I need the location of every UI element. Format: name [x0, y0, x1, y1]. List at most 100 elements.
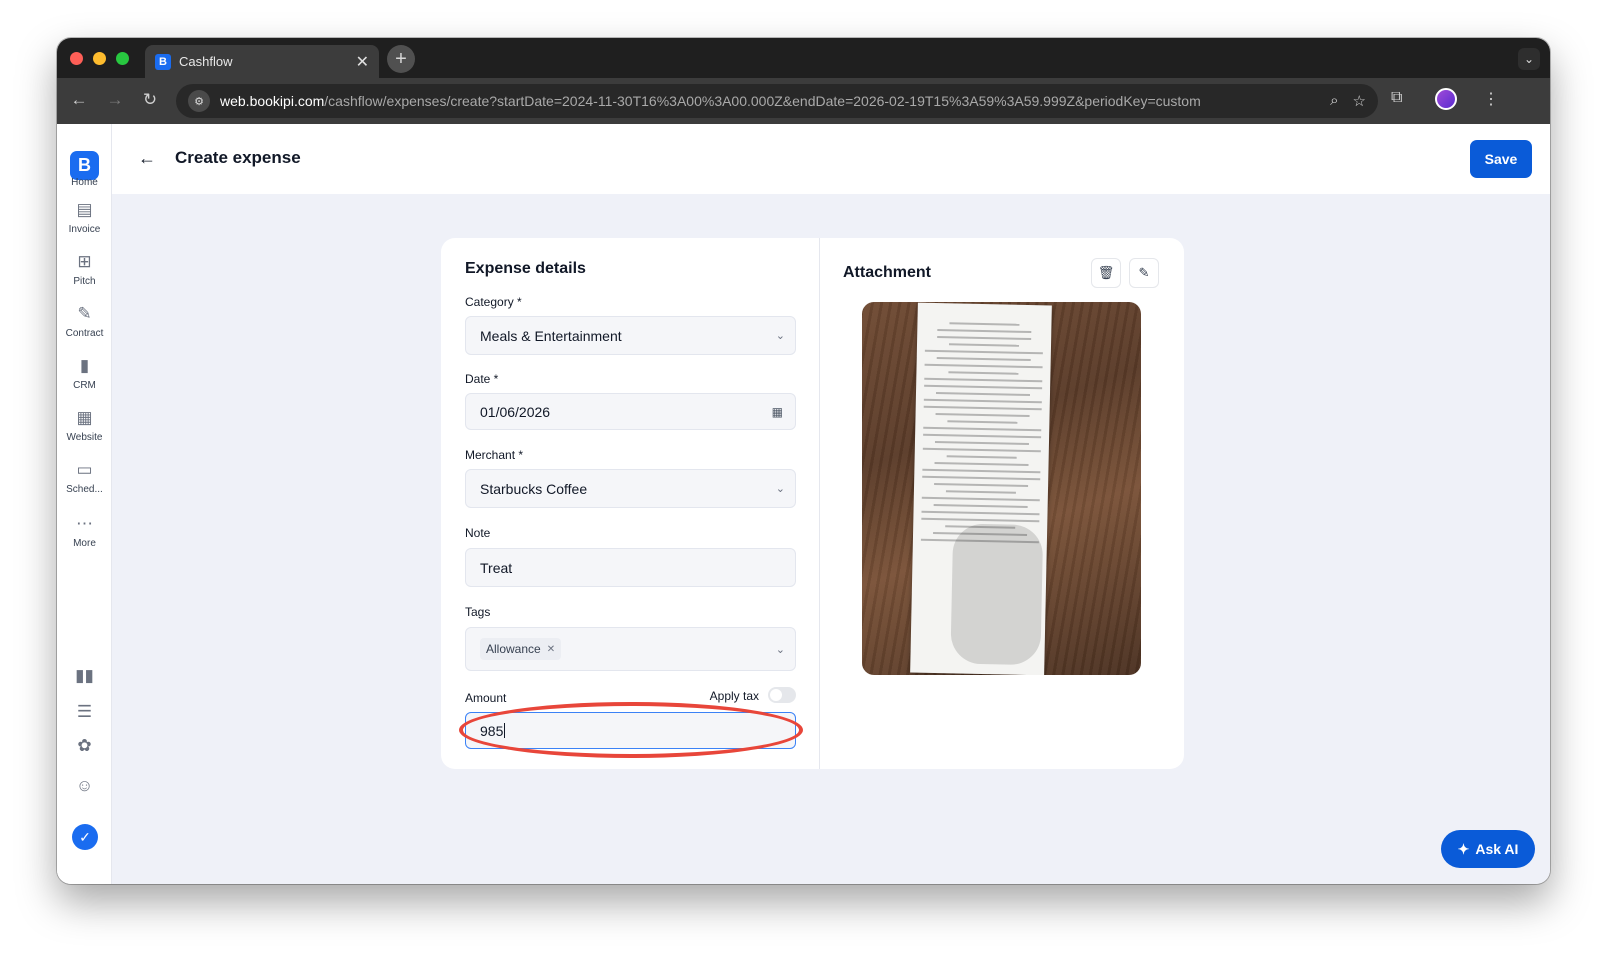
bookipi-favicon-icon: B: [155, 53, 171, 70]
tags-label: Tags: [465, 605, 491, 619]
ask-ai-label: Ask AI: [1475, 841, 1519, 857]
attachment-panel: Attachment 🗑 ✎: [820, 238, 1184, 769]
sidebar: B Home ▤ Invoice ⊞ Pitch ✎ Contract ▮ CR…: [57, 124, 112, 884]
receipt-paper: [910, 302, 1052, 675]
profile-avatar[interactable]: [1435, 88, 1457, 110]
sidebar-item-label: CRM: [73, 380, 96, 391]
tags-select[interactable]: Allowance ✕ ⌄: [465, 627, 796, 671]
reports-icon[interactable]: ▮▮: [57, 666, 112, 686]
apply-tax-label: Apply tax: [709, 689, 759, 703]
sidebar-item-label: Contract: [65, 328, 104, 339]
sparkle-icon: ✦: [1457, 840, 1470, 857]
page-title: Create expense: [175, 148, 301, 167]
bookipi-logo-icon: B: [70, 151, 99, 180]
chevron-down-icon: ⌄: [775, 330, 785, 342]
sidebar-item-crm[interactable]: ▮ CRM: [57, 356, 112, 391]
sidebar-item-website[interactable]: ▦ Website: [57, 408, 112, 443]
sidebar-item-schedule[interactable]: ▭ Sched...: [57, 460, 112, 495]
schedule-icon: ▭: [76, 460, 93, 479]
stack-icon[interactable]: ☰: [57, 702, 112, 722]
address-bar[interactable]: ⚙ web.bookipi.com/cashflow/expenses/crea…: [176, 84, 1378, 118]
category-select[interactable]: Meals & Entertainment ⌄: [465, 316, 796, 355]
text-cursor: [504, 723, 506, 738]
pitch-icon: ⊞: [77, 252, 92, 271]
remove-tag-icon[interactable]: ✕: [547, 644, 555, 655]
forward-icon[interactable]: →: [104, 90, 126, 110]
page-header: ← Create expense Save: [112, 124, 1550, 194]
note-value: Treat: [480, 559, 513, 576]
ask-ai-button[interactable]: ✦ Ask AI: [1441, 830, 1535, 868]
tab-search-icon[interactable]: ⌄: [1518, 48, 1540, 70]
close-tab-icon[interactable]: ✕: [356, 52, 369, 72]
category-value: Meals & Entertainment: [480, 327, 622, 344]
crm-icon: ▮: [79, 356, 90, 375]
chevron-down-icon: ⌄: [775, 483, 785, 495]
expense-card: Expense details Category * Meals & Enter…: [441, 238, 1184, 769]
trash-icon: 🗑: [1097, 265, 1115, 280]
contract-icon: ✎: [77, 304, 92, 323]
pencil-icon: ✎: [1138, 265, 1150, 280]
sidebar-item-label: Home: [71, 177, 98, 188]
assistant-icon[interactable]: ✓: [72, 824, 98, 850]
merchant-select[interactable]: Starbucks Coffee ⌄: [465, 469, 796, 508]
delete-attachment-button[interactable]: 🗑: [1091, 258, 1121, 288]
zoom-icon[interactable]: ⌕: [1330, 92, 1338, 110]
date-label: Date *: [465, 372, 499, 386]
sidebar-item-label: More: [73, 538, 96, 549]
calendar-icon[interactable]: ▦: [772, 405, 783, 419]
more-icon: ⋯: [76, 514, 93, 533]
amount-label: Amount: [465, 691, 507, 705]
back-icon[interactable]: ←: [68, 90, 90, 110]
browser-tab[interactable]: B Cashflow ✕: [145, 45, 379, 78]
back-arrow-icon[interactable]: ←: [138, 148, 156, 169]
date-value: 01/06/2026: [480, 403, 551, 420]
amount-row: Amount Apply tax: [465, 687, 796, 705]
gift-icon[interactable]: ✿: [57, 736, 112, 756]
expense-details-panel: Expense details Category * Meals & Enter…: [441, 238, 820, 769]
sidebar-item-more[interactable]: ⋯ More: [57, 514, 112, 549]
amount-value: 985: [480, 722, 504, 739]
amount-input[interactable]: 985: [465, 712, 796, 749]
url-path: /cashflow/expenses/create?startDate=2024…: [324, 93, 1201, 109]
attachment-title: Attachment: [843, 264, 932, 281]
expense-details-title: Expense details: [465, 260, 586, 277]
date-input[interactable]: 01/06/2026 ▦: [465, 393, 796, 430]
save-button[interactable]: Save: [1470, 140, 1532, 178]
bookmark-star-icon[interactable]: ☆: [1353, 92, 1366, 110]
category-label: Category *: [465, 295, 522, 309]
sidebar-item-pitch[interactable]: ⊞ Pitch: [57, 252, 112, 287]
sidebar-item-label: Invoice: [68, 224, 101, 235]
url-host: web.bookipi.com: [220, 93, 325, 109]
tag-label: Allowance: [486, 642, 541, 656]
merchant-value: Starbucks Coffee: [480, 480, 588, 497]
tab-title: Cashflow: [179, 54, 233, 69]
apply-tax-toggle[interactable]: [768, 687, 796, 703]
sidebar-item-label: Pitch: [73, 276, 96, 287]
tab-bar: B Cashflow ✕ + ⌄: [57, 38, 1550, 78]
receipt-image[interactable]: [862, 302, 1141, 675]
sidebar-item-invoice[interactable]: ▤ Invoice: [57, 200, 112, 235]
sidebar-item-label: Sched...: [66, 484, 103, 495]
sidebar-item-contract[interactable]: ✎ Contract: [57, 304, 112, 339]
sidebar-item-label: Website: [66, 432, 103, 443]
app-area: B Home ▤ Invoice ⊞ Pitch ✎ Contract ▮ CR…: [57, 124, 1550, 884]
new-tab-button[interactable]: +: [387, 45, 415, 73]
invoice-icon: ▤: [76, 200, 93, 219]
close-window-button[interactable]: [70, 52, 83, 65]
site-info-icon[interactable]: ⚙: [188, 90, 210, 112]
chat-support-icon[interactable]: ☺: [57, 776, 112, 796]
note-label: Note: [465, 526, 491, 540]
note-input[interactable]: Treat: [465, 548, 796, 587]
website-icon: ▦: [76, 408, 93, 427]
merchant-label: Merchant *: [465, 448, 524, 462]
reload-icon[interactable]: ↻: [139, 90, 161, 110]
browser-window: B Cashflow ✕ + ⌄ ← → ↻ ⚙ web.bookipi.com…: [57, 38, 1550, 884]
extensions-icon[interactable]: ⧉: [1391, 89, 1402, 107]
tag-chip: Allowance ✕: [480, 638, 562, 660]
browser-menu-icon[interactable]: ⋮: [1483, 89, 1499, 109]
browser-toolbar: ← → ↻ ⚙ web.bookipi.com/cashflow/expense…: [57, 78, 1550, 124]
chevron-down-icon: ⌄: [775, 644, 785, 656]
edit-attachment-button[interactable]: ✎: [1129, 258, 1159, 288]
minimize-window-button[interactable]: [93, 52, 106, 65]
maximize-window-button[interactable]: [116, 52, 129, 65]
